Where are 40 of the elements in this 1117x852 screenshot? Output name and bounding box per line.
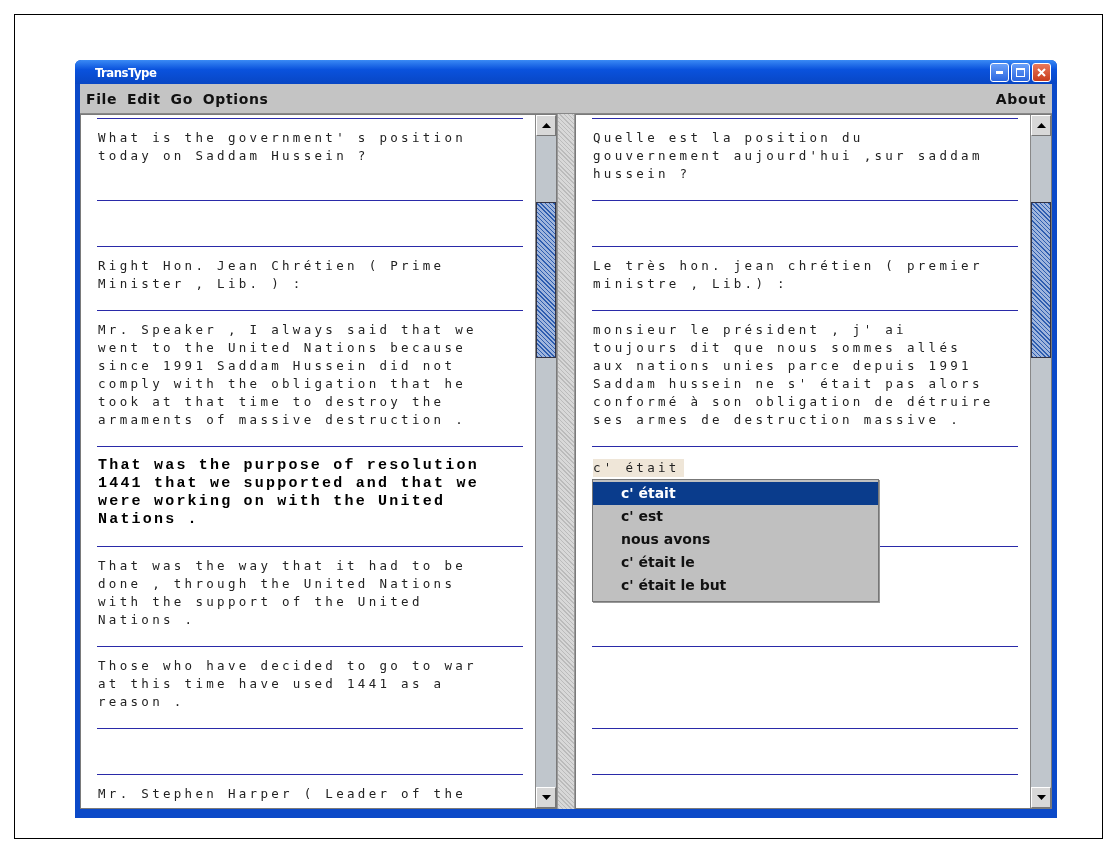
menu-item[interactable]: Edit	[127, 90, 161, 107]
target-sentence: Quelle est la position du gouvernement aujourd'hui ,sur saddam hussein ?	[593, 129, 984, 183]
source-sentence: Mr. Stephen Harper ( Leader of the	[98, 785, 468, 803]
suggestion-item[interactable]: c' est	[593, 505, 878, 528]
target-sentence: Le très hon. jean chrétien ( premier ministre , Lib.) :	[593, 257, 984, 293]
scroll-up-button[interactable]	[1031, 115, 1051, 136]
scroll-down-button[interactable]	[536, 787, 556, 808]
scroll-thumb[interactable]	[536, 202, 556, 358]
source-sentence: That was the purpose of resolution 1441 that we supported and that we were working on with the United Nations .	[98, 457, 480, 529]
maximize-icon	[1016, 67, 1025, 77]
minimize-icon	[996, 70, 1003, 74]
window-title: TransType	[95, 64, 157, 80]
source-sentence: Mr. Speaker , I always said that we went to the United Nations because since 1991 Saddam Hussein did not comply with the obligation that he took at that time to destroy the armaments of massive destruction .	[98, 321, 478, 429]
close-button[interactable]	[1032, 62, 1051, 82]
source-sentence: What is the government' s position today on Saddam Hussein ?	[98, 129, 468, 165]
scroll-down-button[interactable]	[1031, 787, 1051, 808]
suggestion-item[interactable]: nous avons	[593, 528, 878, 551]
suggestion-item[interactable]: c' était le	[593, 551, 878, 574]
scroll-up-button[interactable]	[536, 115, 556, 136]
menu-item[interactable]: File	[86, 90, 118, 107]
maximize-button[interactable]	[1011, 62, 1030, 82]
down-arrow-icon	[541, 795, 551, 800]
down-arrow-icon	[1036, 795, 1046, 800]
menu-item[interactable]: Go	[170, 90, 193, 107]
source-sentence: Those who have decided to go to war at this time have used 1441 as a reason .	[98, 657, 478, 711]
minimize-button[interactable]	[990, 62, 1009, 82]
target-sentence: monsieur le président , j' ai toujours dit que nous sommes allés aux nations unies parce depuis 1991 Saddam hussein ne s' était pas alors conformé à son obligation de détruire ses armes de destruction massive .	[593, 321, 995, 429]
menu-item[interactable]: Options	[202, 90, 269, 107]
scrollbar[interactable]	[1030, 115, 1051, 808]
suggestion-item[interactable]: c' était le but	[593, 574, 878, 597]
source-sentence: Right Hon. Jean Chrétien ( Prime Minister , Lib. ) :	[98, 257, 446, 293]
source-sentence: That was the way that it had to be done , through the United Nations with the support of the United Nations .	[98, 557, 468, 629]
scrollbar[interactable]	[535, 115, 556, 808]
scroll-thumb[interactable]	[1031, 202, 1051, 358]
close-icon	[1037, 67, 1046, 77]
typed-text[interactable]: c' était	[593, 459, 684, 477]
up-arrow-icon	[1036, 123, 1046, 128]
up-arrow-icon	[541, 123, 551, 128]
menu-item[interactable]: About	[995, 90, 1046, 107]
suggestion-item[interactable]: c' était	[593, 482, 878, 505]
